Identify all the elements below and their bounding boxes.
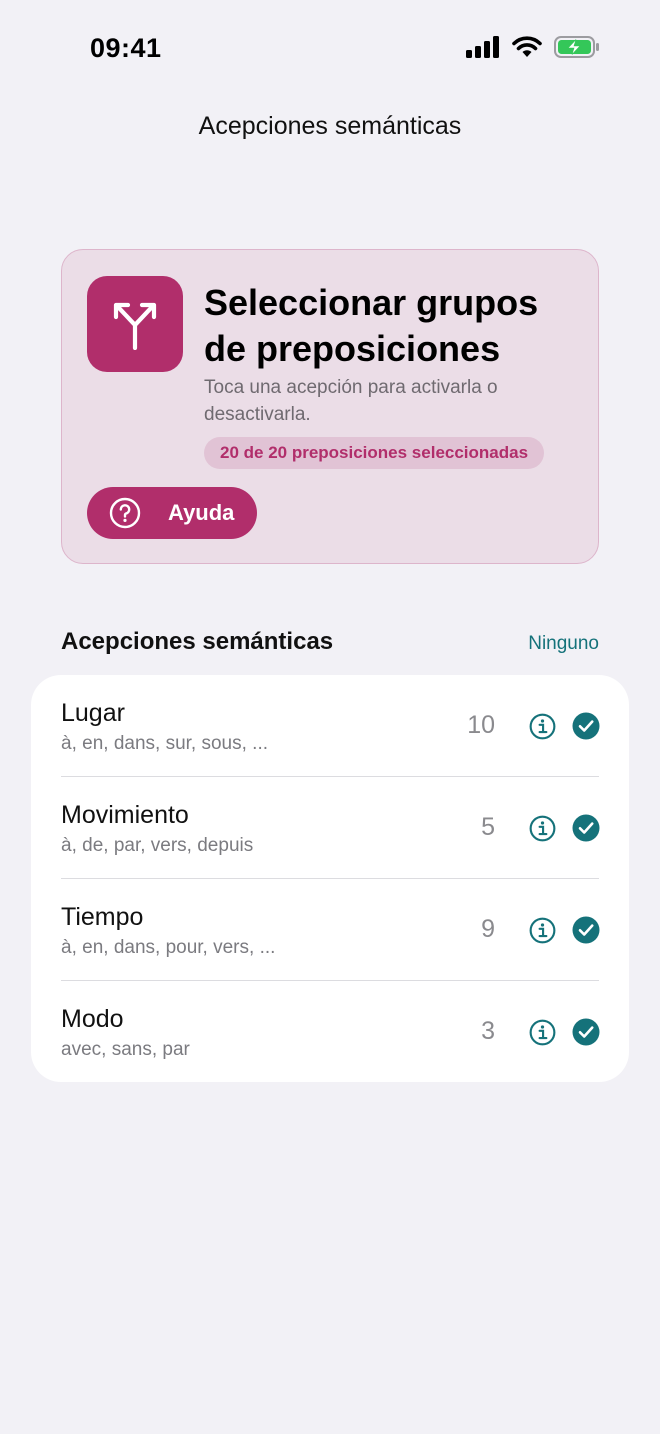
list-item-title: Movimiento [61, 801, 189, 829]
list-item-subtitle: à, en, dans, pour, vers, ... [61, 937, 276, 958]
list-item-subtitle: avec, sans, par [61, 1039, 190, 1060]
hero-title: Seleccionar grupos de preposiciones [204, 282, 539, 369]
wifi-icon [512, 36, 542, 57]
list-item-count: 10 [467, 711, 495, 739]
hero-subtitle: Toca una acepción para activarla o desac… [204, 377, 498, 425]
senses-list: Lugar à, en, dans, sur, sous, ... 10 Mov… [31, 675, 629, 1082]
list-item-title: Lugar [61, 699, 125, 727]
list-item-lugar[interactable]: Lugar à, en, dans, sur, sous, ... 10 [31, 675, 629, 777]
list-item-title: Modo [61, 1005, 124, 1033]
list-item-subtitle: à, de, par, vers, depuis [61, 835, 254, 856]
info-icon[interactable] [529, 815, 556, 842]
selection-count-badge: 20 de 20 preposiciones seleccionadas [204, 437, 545, 469]
list-item-subtitle: à, en, dans, sur, sous, ... [61, 733, 269, 754]
list-item-title: Tiempo [61, 903, 144, 931]
status-bar: 09:41 [0, 0, 660, 96]
status-icons [466, 36, 600, 58]
select-none-button[interactable]: Ninguno [528, 633, 599, 655]
list-item-count: 3 [481, 1017, 495, 1045]
info-icon[interactable] [529, 1019, 556, 1046]
info-icon[interactable] [529, 917, 556, 944]
list-item-movimiento[interactable]: Movimiento à, de, par, vers, depuis 5 [31, 777, 629, 879]
hero-card: Seleccionar grupos de preposiciones Toca… [61, 249, 599, 564]
checkmark-circle-icon[interactable] [572, 712, 600, 740]
battery-charging-icon [554, 36, 599, 58]
nav-title: Acepciones semánticas [198, 112, 462, 140]
section-title: Acepciones semánticas [61, 628, 334, 655]
split-arrow-icon [113, 302, 157, 350]
help-button[interactable]: Ayuda [87, 487, 257, 539]
hero-icon-tile [87, 276, 183, 372]
list-item-count: 9 [481, 915, 495, 943]
cellular-signal-icon [466, 36, 499, 58]
status-time: 09:41 [90, 33, 162, 63]
checkmark-circle-icon[interactable] [572, 814, 600, 842]
question-circle-icon [109, 497, 141, 529]
checkmark-circle-icon[interactable] [572, 916, 600, 944]
list-item-count: 5 [481, 813, 495, 841]
list-item-modo[interactable]: Modo avec, sans, par 3 [31, 981, 629, 1082]
list-item-tiempo[interactable]: Tiempo à, en, dans, pour, vers, ... 9 [31, 879, 629, 981]
checkmark-circle-icon[interactable] [572, 1018, 600, 1046]
info-icon[interactable] [529, 713, 556, 740]
help-button-label: Ayuda [168, 500, 235, 525]
